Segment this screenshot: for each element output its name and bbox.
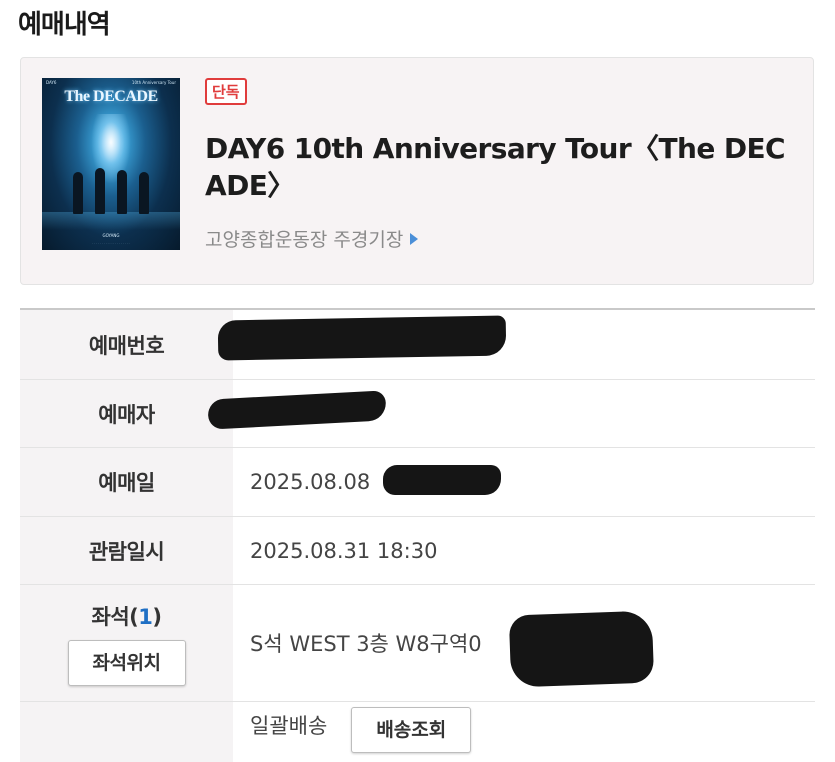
booking-date-value: 2025.08.08 — [250, 470, 371, 494]
delivery-tracking-button[interactable]: 배송조회 — [351, 707, 472, 753]
seat-count-open: ( — [129, 604, 139, 629]
row-booker: 예매자 — [20, 380, 815, 448]
redaction-mark — [383, 465, 501, 495]
poster-member-silhouette — [95, 168, 105, 214]
poster-fine-print: · · · · · · · · · · · · · · · · · · · · — [92, 241, 130, 245]
redaction-mark — [508, 610, 655, 688]
booking-date-label: 예매일 — [20, 448, 233, 516]
seat-label: 좌석(1) — [92, 601, 162, 631]
booking-details-table: 예매번호 예매자 예매일 2025.08.08 관람일시 2025.08.31 … — [20, 308, 815, 762]
venue-name: 고양종합운동장 주경기장 — [205, 229, 404, 251]
show-datetime-label: 관람일시 — [20, 517, 233, 584]
booking-number-label: 예매번호 — [20, 310, 233, 379]
poster-brand: DAY6 — [46, 80, 57, 85]
venue-link[interactable]: 고양종합운동장 주경기장 — [205, 225, 419, 252]
poster-venue: GOYANG — [102, 233, 120, 238]
redaction-mark — [217, 315, 507, 361]
row-delivery: 일괄배송 배송조회 — [20, 702, 815, 762]
seat-location-button[interactable]: 좌석위치 — [67, 639, 186, 686]
poster-subtitle: 10th Anniversary Tour — [131, 80, 176, 85]
page-title: 예매내역 — [18, 10, 111, 40]
row-show-datetime: 관람일시 2025.08.31 18:30 — [20, 517, 815, 585]
show-datetime-value: 2025.08.31 18:30 — [250, 538, 438, 563]
poster-member-silhouette — [73, 172, 83, 214]
event-poster[interactable]: DAY6 10th Anniversary Tour The DECADE GO… — [42, 78, 180, 250]
delivery-value: 일괄배송 배송조회 — [233, 702, 815, 762]
exclusive-badge: 단독 — [205, 78, 247, 105]
poster-title: The DECADE — [64, 88, 158, 105]
poster-member-silhouette — [139, 172, 149, 214]
event-card[interactable]: DAY6 10th Anniversary Tour The DECADE GO… — [20, 57, 814, 285]
booker-label: 예매자 — [20, 380, 233, 447]
row-seat: 좌석(1) 좌석위치 S석 WEST 3층 W8구역0 — [20, 585, 815, 702]
poster-member-silhouette — [117, 170, 127, 214]
seat-count: 1 — [138, 604, 153, 629]
poster-floor-glow — [42, 212, 180, 230]
play-arrow-icon — [410, 232, 419, 245]
delivery-method: 일괄배송 — [250, 714, 328, 738]
event-title[interactable]: DAY6 10th Anniversary Tour〈The DECADE〉 — [205, 130, 805, 204]
poster-header: DAY6 10th Anniversary Tour — [42, 80, 180, 85]
seat-label-text: 좌석 — [91, 604, 130, 629]
delivery-label-cell — [20, 702, 233, 762]
seat-count-close: ) — [152, 604, 162, 629]
seat-label-cell: 좌석(1) 좌석위치 — [20, 585, 233, 701]
